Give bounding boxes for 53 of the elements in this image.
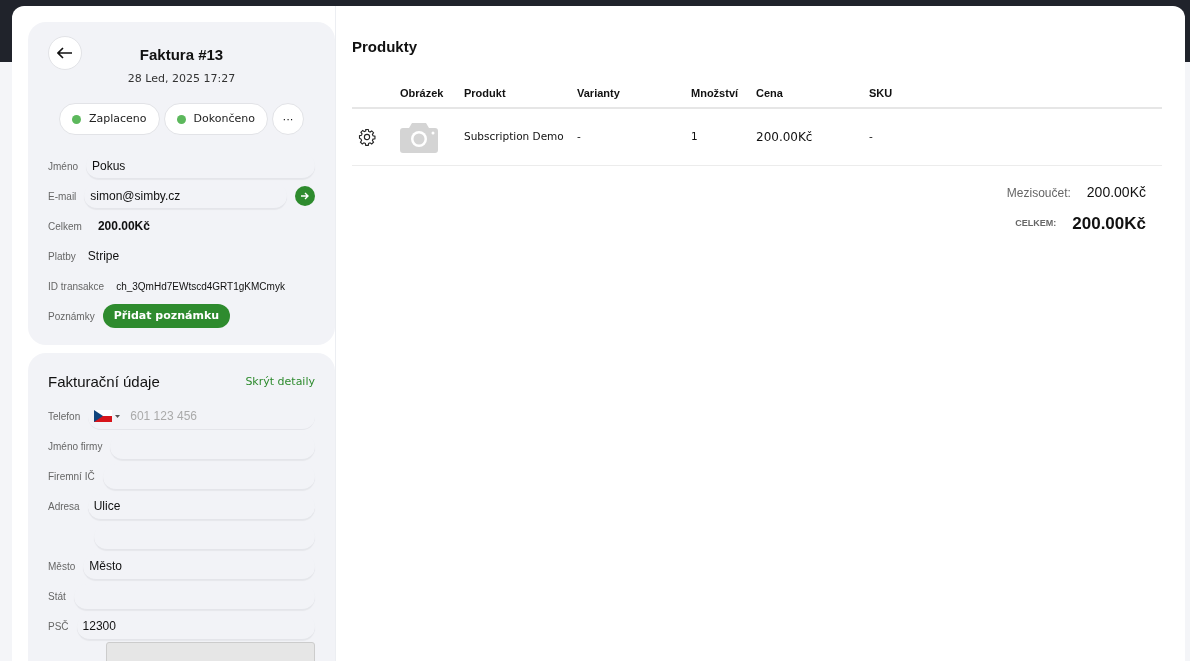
- text-field[interactable]: 12300: [76, 613, 315, 640]
- invoice-title: Faktura #13: [138, 45, 225, 65]
- total-label: CELKEM:: [1015, 217, 1057, 230]
- field-label: Město: [48, 560, 76, 574]
- camera-icon: [400, 121, 438, 153]
- field-label: PSČ: [48, 619, 69, 634]
- table-cell: -: [571, 108, 685, 166]
- column-header: SKU: [863, 74, 1162, 108]
- go-button[interactable]: [295, 186, 315, 206]
- back-button[interactable]: [48, 36, 82, 70]
- field-value: 200.00Kč: [97, 218, 150, 235]
- field-label: Adresa: [48, 500, 80, 514]
- field-label: Jméno: [48, 159, 78, 174]
- settings-icon[interactable]: [358, 128, 376, 146]
- field-label: ID transakce: [48, 279, 105, 294]
- table-cell: 1: [685, 108, 750, 166]
- field-label: Jméno firmy: [48, 440, 103, 454]
- invoice-date: 28 Led, 2025 17:27: [126, 70, 237, 87]
- field-label: E-mail: [48, 189, 77, 204]
- table-cell: -: [863, 108, 1162, 166]
- subtotal-label: Mezisoučet:: [1006, 184, 1071, 202]
- text-field[interactable]: Ulice: [87, 493, 315, 520]
- field-value: ch_3QmHd7EWtscd4GRT1gKMCmyk: [116, 279, 285, 294]
- text-field[interactable]: Město: [83, 553, 315, 580]
- column-header: Obrázek: [394, 74, 458, 108]
- status-button[interactable]: Zaplaceno: [59, 103, 160, 135]
- field-label: Celkem: [48, 219, 82, 234]
- section-title: Fakturační údaje: [48, 372, 160, 392]
- arrow-left-icon: [57, 47, 73, 59]
- field-label: Telefon: [48, 410, 81, 424]
- field-value: Stripe: [87, 248, 120, 265]
- arrow-right-icon: [300, 191, 310, 201]
- more-button[interactable]: ···: [272, 103, 304, 135]
- total-value: 200.00Kč: [1072, 213, 1146, 235]
- add-note-button[interactable]: Přidat poznámku: [102, 303, 231, 329]
- phone-field[interactable]: 601 123 456: [128, 406, 309, 426]
- field-label: Poznámky: [48, 309, 95, 324]
- field-label: Platby: [48, 249, 76, 264]
- field-label: Firemní IČ: [48, 469, 95, 484]
- text-field[interactable]: Pokus: [86, 153, 315, 179]
- table-cell: Subscription Demo: [458, 108, 571, 166]
- flag-caret-icon: [94, 410, 123, 422]
- status-button[interactable]: Dokončeno: [163, 103, 268, 135]
- text-field[interactable]: simon@simby.cz: [84, 183, 287, 209]
- table-cell: 200.00Kč: [750, 108, 863, 166]
- column-header: Množství: [685, 74, 750, 108]
- field-label: Stát: [48, 590, 66, 604]
- column-header: Produkt: [458, 74, 571, 108]
- column-header: Cena: [750, 74, 863, 108]
- column-header: Varianty: [571, 74, 685, 108]
- section-title: Produkty: [352, 37, 418, 57]
- subtotal-value: 200.00Kč: [1086, 183, 1146, 202]
- hide-details-link[interactable]: Skrýt detaily: [245, 374, 315, 391]
